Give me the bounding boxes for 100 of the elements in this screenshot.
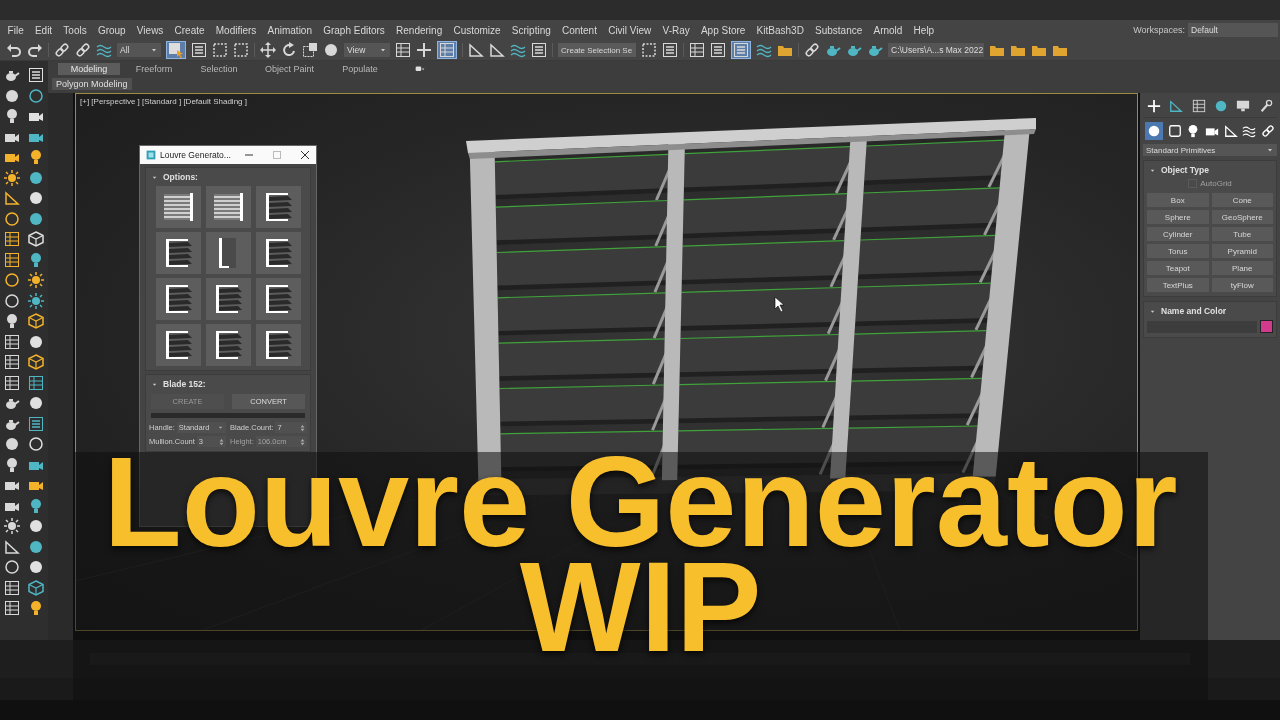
grid-icon[interactable] <box>4 231 20 247</box>
list-icon[interactable] <box>531 42 547 58</box>
sphere-icon[interactable] <box>4 87 20 104</box>
bulb-icon[interactable] <box>28 251 44 268</box>
geometry-icon[interactable] <box>1147 124 1162 138</box>
ribbon-panel-label[interactable]: Polygon Modeling <box>52 77 132 90</box>
sun-icon[interactable] <box>4 169 20 186</box>
toolbar-dropdown[interactable]: All <box>117 43 161 57</box>
close-icon[interactable] <box>300 150 310 160</box>
wave-icon[interactable] <box>510 42 526 58</box>
named-selection-field[interactable]: Create Selection Se <box>558 43 636 57</box>
object-type-button[interactable]: Pyramid <box>1211 244 1273 258</box>
sphere-icon[interactable] <box>28 518 44 534</box>
rect-icon[interactable] <box>212 42 228 58</box>
menu-item[interactable]: Civil View <box>602 24 657 36</box>
viewport-label[interactable]: [+] [Perspective ] [Standard ] [Default Shading ] <box>80 97 247 106</box>
sphere-icon[interactable] <box>28 169 44 186</box>
triangle-ruler-icon[interactable] <box>489 42 505 58</box>
sphere-icon[interactable] <box>4 436 20 452</box>
list-icon[interactable] <box>191 42 207 58</box>
ribbon-tab[interactable]: Freeform <box>123 62 185 75</box>
grid-icon[interactable] <box>4 579 20 596</box>
sphere-icon[interactable] <box>323 42 339 58</box>
menu-item[interactable]: V-Ray <box>656 24 696 36</box>
object-type-button[interactable]: Plane <box>1211 261 1273 275</box>
object-type-button[interactable]: Cylinder <box>1147 227 1209 241</box>
list-icon[interactable] <box>710 42 726 58</box>
bulb-icon[interactable] <box>4 456 20 473</box>
sphere-icon[interactable] <box>28 559 44 575</box>
cube-icon[interactable] <box>28 313 44 329</box>
link-icon[interactable] <box>75 42 91 58</box>
ribbon-tab[interactable]: Selection <box>188 62 250 75</box>
sun-icon[interactable] <box>28 292 44 309</box>
rect-icon[interactable] <box>641 42 657 58</box>
rollout-title[interactable]: Name and Color <box>1161 306 1227 316</box>
sun-icon[interactable] <box>28 272 44 288</box>
menu-item[interactable]: Help <box>908 24 940 36</box>
menu-item[interactable]: KitBash3D <box>751 24 810 36</box>
grid-icon[interactable] <box>4 251 20 268</box>
grid-icon[interactable] <box>395 42 411 58</box>
sphere-icon[interactable] <box>28 395 44 411</box>
link-icon[interactable] <box>54 42 70 58</box>
grid-icon[interactable] <box>28 374 44 391</box>
object-type-button[interactable]: GeoSphere <box>1211 210 1273 224</box>
menu-item[interactable]: Graph Editors <box>317 24 391 36</box>
menu-item[interactable]: Modifiers <box>210 24 262 36</box>
menu-item[interactable]: Content <box>556 24 603 36</box>
list-icon[interactable] <box>662 42 678 58</box>
preset-button[interactable] <box>205 232 251 274</box>
preset-button[interactable] <box>155 232 201 274</box>
rotate-icon[interactable] <box>281 42 297 58</box>
rollout-title[interactable]: Blade 152: <box>163 379 206 389</box>
motion-icon[interactable] <box>1214 99 1229 113</box>
menu-item[interactable]: Animation <box>261 24 318 36</box>
ribbon-tab[interactable]: Populate <box>329 62 392 75</box>
rollout-title[interactable]: Object Type <box>1161 165 1210 175</box>
object-type-button[interactable]: Tube <box>1211 227 1273 241</box>
create-icon[interactable] <box>1147 99 1162 113</box>
redo-icon[interactable] <box>27 42 43 58</box>
preset-button[interactable] <box>255 278 301 320</box>
rect-icon[interactable] <box>233 42 249 58</box>
list-icon[interactable] <box>28 415 44 432</box>
preset-button[interactable] <box>255 324 301 366</box>
grid-icon[interactable] <box>4 333 20 350</box>
grid-icon[interactable] <box>689 42 705 58</box>
triangle-ruler-icon[interactable] <box>468 42 484 58</box>
ring-icon[interactable] <box>28 87 44 104</box>
menu-item[interactable]: Tools <box>57 24 93 36</box>
wave-icon[interactable] <box>756 42 772 58</box>
link-icon[interactable] <box>804 42 820 58</box>
bulb-icon[interactable] <box>28 600 44 616</box>
sun-icon[interactable] <box>4 518 20 534</box>
preset-button[interactable] <box>155 324 201 366</box>
move-icon[interactable] <box>260 42 276 58</box>
menu-item[interactable]: Scripting <box>506 24 557 36</box>
menu-item[interactable]: Edit <box>29 24 58 36</box>
select-icon[interactable] <box>168 42 184 58</box>
object-type-button[interactable]: tyFlow <box>1211 278 1273 292</box>
menu-item[interactable]: Arnold <box>867 24 908 36</box>
menu-item[interactable]: Customize <box>447 24 507 36</box>
object-type-button[interactable]: Sphere <box>1147 210 1209 224</box>
rollout-title[interactable]: Options: <box>163 172 198 182</box>
menu-item[interactable]: Group <box>92 24 132 36</box>
ribbon-tab[interactable]: Modeling <box>58 62 120 75</box>
menu-item[interactable]: Create <box>168 24 211 36</box>
preset-button[interactable] <box>255 186 301 228</box>
sphere-icon[interactable] <box>28 333 44 350</box>
sphere-icon[interactable] <box>28 190 44 206</box>
sphere-icon[interactable] <box>28 210 44 227</box>
color-swatch[interactable] <box>1260 320 1273 333</box>
menu-item[interactable]: File <box>2 24 30 36</box>
preset-button[interactable] <box>205 324 251 366</box>
preset-button[interactable] <box>205 278 251 320</box>
preset-button[interactable] <box>255 232 301 274</box>
plus-icon[interactable] <box>416 42 432 58</box>
wave-icon[interactable] <box>96 42 112 58</box>
menu-item[interactable]: Substance <box>809 24 868 36</box>
object-type-button[interactable]: TextPlus <box>1147 278 1209 292</box>
helpers-icon[interactable] <box>1223 124 1238 138</box>
object-type-button[interactable]: Box <box>1147 193 1209 207</box>
